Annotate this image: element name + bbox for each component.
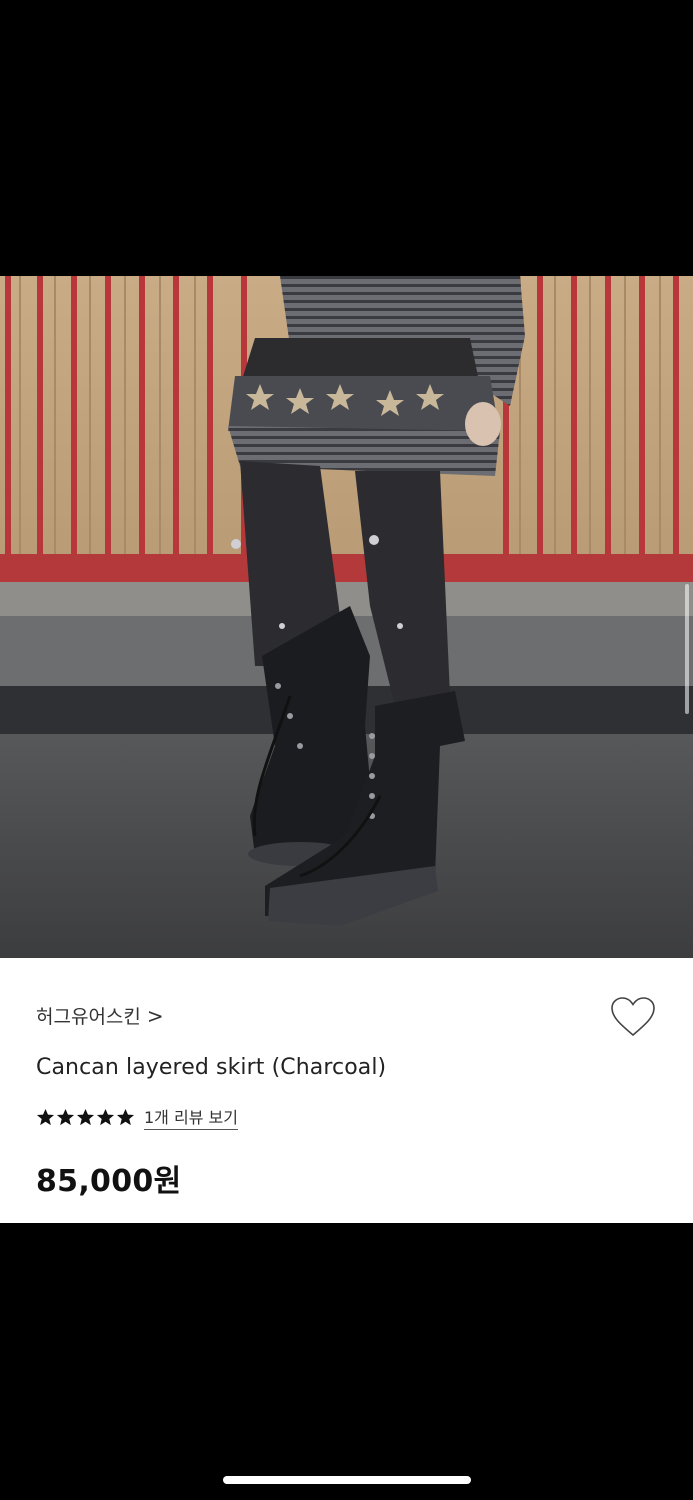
rating-stars [36, 1108, 135, 1127]
top-black-area [0, 0, 693, 276]
product-price: 85,000원 [36, 1164, 182, 1199]
product-title: Cancan layered skirt (Charcoal) [36, 1055, 387, 1080]
product-image[interactable] [0, 276, 693, 958]
bottom-black-area [0, 1223, 693, 1500]
view-reviews-link[interactable]: 1개 리뷰 보기 [144, 1104, 238, 1130]
star-icon [36, 1108, 55, 1125]
product-rating: 1개 리뷰 보기 [36, 1104, 238, 1130]
brand-link[interactable]: 허그유어스킨 > [36, 1002, 164, 1029]
chevron-right-icon: > [146, 1003, 164, 1028]
product-photo-illustration [0, 276, 693, 958]
brand-name: 허그유어스킨 [36, 1006, 141, 1028]
star-icon [96, 1108, 115, 1125]
star-icon [76, 1108, 95, 1125]
star-icon [116, 1108, 135, 1125]
image-scroll-indicator [685, 584, 689, 714]
home-indicator[interactable] [223, 1476, 471, 1484]
star-icon [56, 1108, 75, 1125]
product-info-panel: 허그유어스킨 > Cancan layered skirt (Charcoal)… [0, 958, 693, 1223]
heart-outline-icon[interactable] [610, 996, 656, 1038]
